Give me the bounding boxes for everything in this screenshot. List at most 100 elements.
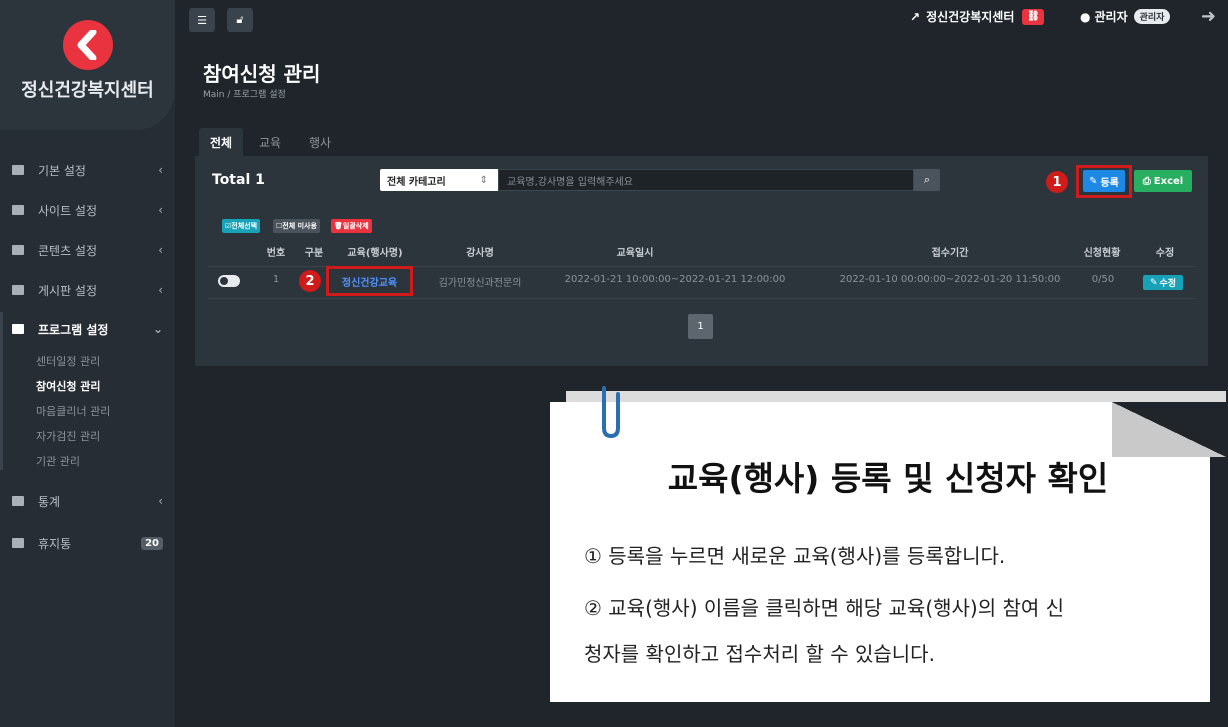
gear-icon	[12, 165, 24, 175]
sidebar-item-site-settings[interactable]: 사이트 설정 ‹	[0, 198, 175, 222]
chevron-down-icon: ⌄	[152, 322, 163, 336]
bulk-delete-button[interactable]: 🗑︎ 일괄삭제	[331, 219, 372, 233]
edit-icon: ✎	[1149, 277, 1158, 288]
logout-icon[interactable]: ➜	[1201, 6, 1216, 27]
register-button[interactable]: ✎ 등록	[1083, 170, 1125, 192]
row-divider	[208, 298, 1195, 299]
sitemap-icon	[12, 324, 24, 334]
logo[interactable]	[63, 20, 113, 70]
cell-status: 0/50	[1091, 274, 1115, 285]
sidebar-item-content-settings[interactable]: 콘텐츠 설정 ‹	[0, 238, 175, 262]
org-name: 정신건강복지센터	[21, 80, 154, 101]
page-button-1[interactable]: 1	[688, 314, 713, 339]
trash-count-badge: 20	[141, 536, 163, 550]
cell-instructor: 김가민정신과전문의	[438, 278, 522, 289]
sidebar-item-label: 통계	[38, 494, 61, 509]
search-icon: ⌕	[923, 173, 931, 186]
page-title: 참여신청 관리	[203, 62, 321, 86]
tab-all[interactable]: 전체	[199, 128, 243, 156]
excel-button-label: Excel	[1153, 175, 1184, 187]
th-no: 번호	[266, 248, 286, 259]
sidebar-item-label: 프로그램 설정	[38, 322, 109, 337]
marker-1: 1	[1046, 171, 1068, 193]
chart-icon	[12, 496, 24, 506]
th-status: 신청현황	[1083, 248, 1121, 259]
user-icon: ●	[1080, 9, 1091, 24]
th-name: 교육(행사명)	[347, 248, 403, 259]
card-line-2: ② 교육(행사) 이름을 클릭하면 해당 교육(행사)의 참여 신	[584, 596, 1065, 620]
tab-event[interactable]: 행사	[300, 128, 340, 156]
bulk-delete-label: 일괄삭제	[342, 222, 369, 230]
category-select-value: 전체 카테고리	[387, 176, 446, 188]
list-icon: ☰	[197, 13, 207, 27]
chevron-left-icon: ‹	[158, 163, 163, 177]
education-name-link[interactable]: 정신건강교육	[326, 266, 413, 296]
lock-button[interactable]: 🔓︎	[227, 8, 253, 32]
link-icon: ⛓	[1022, 8, 1045, 25]
select-all-label: 전체선택	[231, 222, 258, 230]
trash-icon	[12, 538, 24, 548]
content-icon	[12, 245, 24, 255]
edit-button[interactable]: ✎ 수정	[1143, 275, 1183, 290]
card-title: 교육(행사) 등록 및 신청자 확인	[667, 459, 1109, 498]
sidebar-item-board-settings[interactable]: 게시판 설정 ‹	[0, 278, 175, 302]
card-line-1: ① 등록을 누르면 새로운 교육(행사)를 등록합니다.	[584, 544, 1006, 568]
breadcrumb: Main / 프로그램 설정	[203, 90, 286, 100]
admin-badge: 관리자	[1133, 9, 1171, 24]
sidebar-item-label: 게시판 설정	[38, 283, 98, 298]
use-toggle[interactable]	[218, 275, 240, 287]
edit-button-label: 수정	[1159, 279, 1177, 289]
list-panel: Total 1 전체 카테고리 ⇕ 교육명,강사명을 입력해주세요 ⌕ 1 ✎ …	[195, 156, 1208, 366]
external-link-icon: ↗	[910, 9, 921, 24]
sidebar-item-label: 사이트 설정	[38, 203, 98, 218]
submenu-institution[interactable]: 기관 관리	[36, 453, 80, 469]
user-name: 관리자	[1094, 10, 1128, 24]
edit-icon: ✎	[1089, 175, 1098, 187]
chevron-left-icon: ‹	[158, 494, 163, 508]
sidebar-item-statistics[interactable]: 통계 ‹	[0, 489, 175, 513]
card-fold	[1112, 402, 1226, 457]
window-icon	[12, 205, 24, 215]
board-icon	[12, 285, 24, 295]
submenu-self-check[interactable]: 자가검진 관리	[36, 428, 100, 444]
sidebar-item-label: 휴지통	[38, 536, 72, 551]
sidebar-item-basic-settings[interactable]: 기본 설정 ‹	[0, 158, 175, 182]
site-link[interactable]: ↗ 정신건강복지센터 ⛓	[910, 8, 1045, 25]
excel-button[interactable]: ⎙ Excel	[1134, 170, 1192, 192]
trash-icon: 🗑︎	[334, 222, 343, 230]
user-menu[interactable]: ● 관리자 관리자	[1080, 8, 1171, 25]
submenu-participation[interactable]: 참여신청 관리	[36, 378, 101, 394]
chevron-left-icon: ‹	[158, 203, 163, 217]
disable-all-button[interactable]: ☐ 전체 미사용	[273, 219, 320, 233]
marker-2: 2	[299, 270, 321, 292]
search-input[interactable]: 교육명,강사명을 입력해주세요	[498, 169, 914, 191]
th-edit: 수정	[1155, 248, 1175, 259]
submenu-schedule[interactable]: 센터일정 관리	[36, 353, 100, 369]
submenu-mind-cleaner[interactable]: 마음클리너 관리	[36, 403, 110, 419]
th-instructor: 강사명	[466, 248, 494, 259]
cell-no: 1	[272, 274, 280, 285]
select-all-button[interactable]: ☑ 전체선택	[222, 219, 261, 233]
select-caret-icon: ⇕	[479, 174, 488, 186]
th-type: 구분	[304, 248, 324, 259]
sidebar-item-program-settings[interactable]: 프로그램 설정 ⌄	[0, 317, 175, 341]
sidebar-item-trash[interactable]: 휴지통 20	[0, 531, 175, 555]
register-button-label: 등록	[1100, 177, 1119, 189]
th-period: 접수기간	[931, 248, 969, 259]
site-link-label: 정신건강복지센터	[926, 10, 1015, 24]
cell-period: 2022-01-10 00:00:00~2022-01-20 11:50:00	[839, 274, 1061, 285]
category-select[interactable]: 전체 카테고리 ⇕	[380, 169, 498, 191]
cell-date: 2022-01-21 10:00:00~2022-01-21 12:00:00	[564, 274, 786, 285]
excel-icon: ⎙	[1142, 175, 1151, 187]
chevron-left-icon: ‹	[158, 283, 163, 297]
sidebar-item-label: 기본 설정	[38, 163, 86, 178]
logo-area: 정신건강복지센터	[0, 0, 175, 130]
paperclip-icon	[602, 386, 620, 439]
tab-education[interactable]: 교육	[250, 128, 290, 156]
sidebar-item-label: 콘텐츠 설정	[38, 243, 98, 258]
disable-all-label: 전체 미사용	[282, 222, 317, 230]
search-button[interactable]: ⌕	[914, 169, 940, 191]
list-view-button[interactable]: ☰	[189, 8, 215, 32]
th-date: 교육일시	[616, 248, 654, 259]
chevron-left-icon: ‹	[158, 243, 163, 257]
